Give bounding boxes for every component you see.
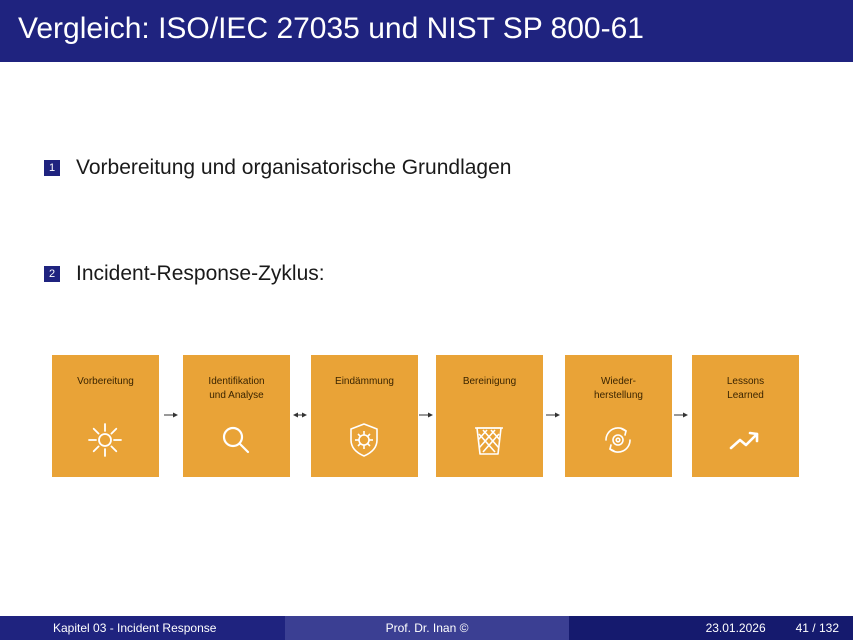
phase-label: Eindämmung (335, 376, 394, 387)
phase-vorbereitung: Vorbereitung (52, 355, 159, 477)
footer-date-page: 23.01.2026 41 / 132 (569, 616, 853, 640)
title-bar: Vergleich: ISO/IEC 27035 und NIST SP 800… (0, 0, 853, 62)
item-text: Incident-Response-Zyklus: (76, 262, 325, 285)
arrow-right-icon (546, 412, 560, 418)
phase-label: Bereinigung (462, 376, 517, 387)
arrow-bidirectional-icon (293, 412, 307, 418)
footer-author: Prof. Dr. Inan © (285, 616, 569, 640)
footer-page-number: 41 / 132 (795, 621, 839, 635)
arrow-right-icon (674, 412, 688, 418)
phase-wiederherstellung: Wieder- herstellung (565, 355, 672, 477)
phase-bereinigung: Bereinigung (436, 355, 543, 477)
phase-lessons-learned: Lessons Learned (692, 355, 799, 477)
phase-label: Vorbereitung (77, 376, 134, 387)
phase-identifikation: Identifikation und Analyse (183, 355, 290, 477)
gear-cycle-icon (605, 427, 631, 453)
footer-chapter: Kapitel 03 - Incident Response (0, 616, 285, 640)
item-number: 1 (44, 160, 60, 176)
phase-eindaemmung: Eindämmung (311, 355, 418, 477)
arrow-right-icon (419, 412, 433, 418)
slide-title: Vergleich: ISO/IEC 27035 und NIST SP 800… (18, 12, 644, 45)
trash-bin-icon (475, 427, 503, 455)
item-number: 2 (44, 266, 60, 282)
list-item-1: 1 Vorbereitung und organisatorische Grun… (44, 156, 511, 180)
footer-author-text: Prof. Dr. Inan © (385, 621, 469, 635)
footer-date: 23.01.2026 (705, 621, 766, 635)
phase-label: Identifikation und Analyse (208, 376, 265, 401)
footer-chapter-text: Kapitel 03 - Incident Response (53, 621, 217, 635)
arrow-right-icon (164, 412, 178, 418)
phase-label: Wieder- herstellung (594, 376, 643, 401)
sun-gear-icon (88, 423, 122, 457)
footer-bar: Kapitel 03 - Incident Response Prof. Dr.… (0, 616, 853, 640)
list-item-2: 2 Incident-Response-Zyklus: (44, 262, 325, 286)
virus-shield-icon (350, 423, 378, 457)
phase-label: Lessons Learned (726, 376, 765, 401)
item-text: Vorbereitung und organisatorische Grundl… (76, 156, 512, 179)
trend-up-icon (729, 431, 759, 450)
magnifier-icon (222, 426, 250, 454)
